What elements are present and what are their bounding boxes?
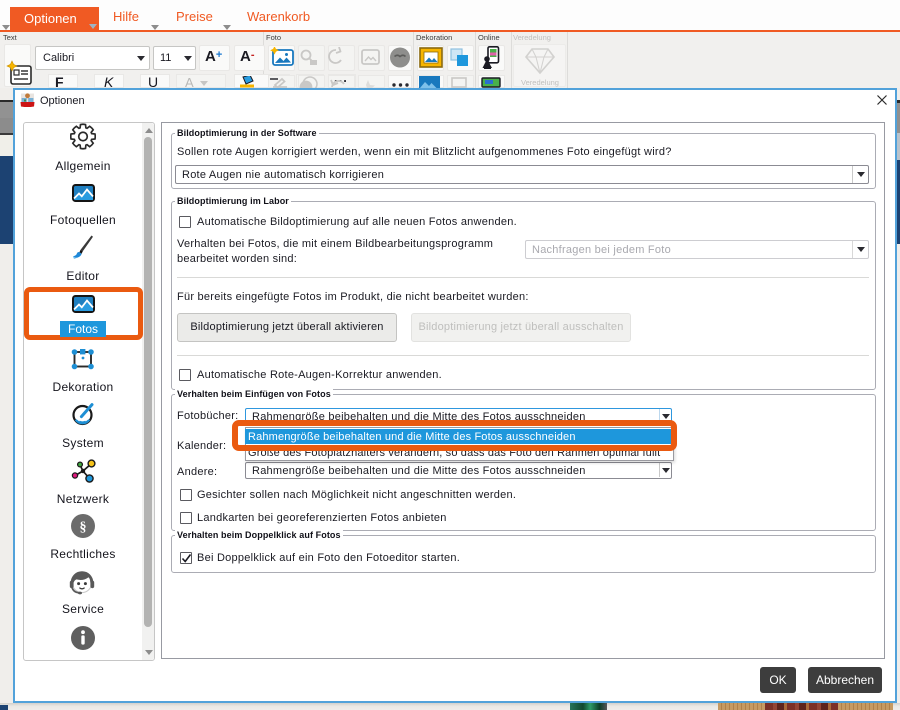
- svg-text:§: §: [80, 520, 87, 535]
